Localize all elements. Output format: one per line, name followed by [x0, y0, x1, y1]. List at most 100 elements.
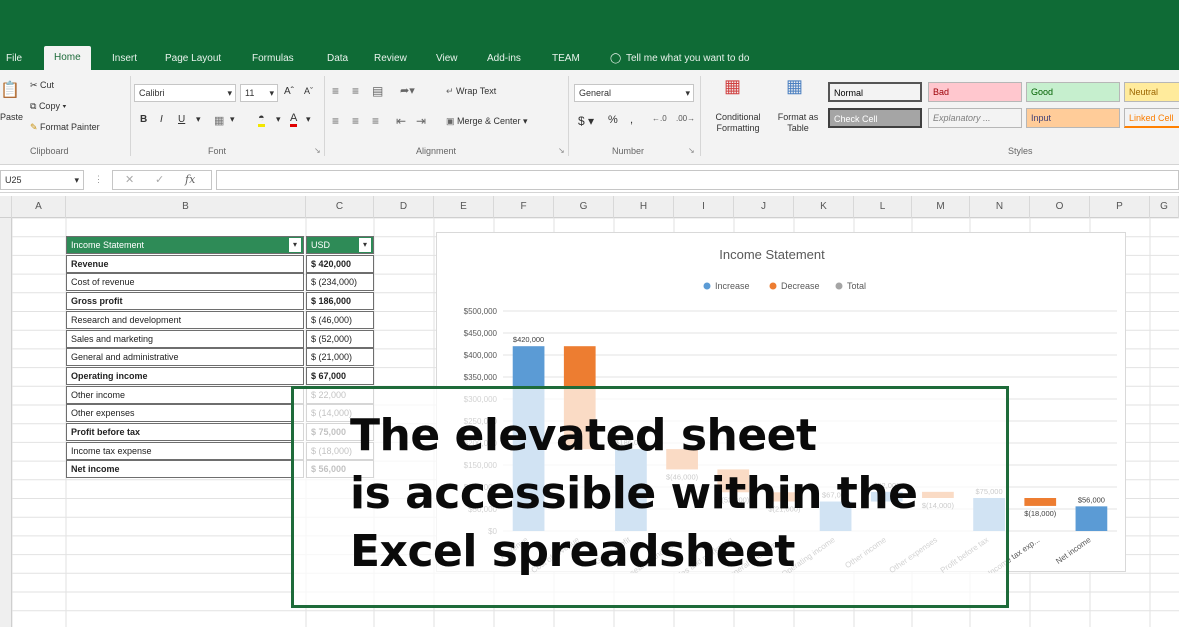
- chevron-down-icon[interactable]: ▾: [196, 114, 201, 125]
- chevron-down-icon[interactable]: ▾: [306, 114, 311, 125]
- dialog-launcher-icon[interactable]: ↘: [558, 146, 565, 155]
- name-box[interactable]: U25 ▾: [0, 170, 84, 190]
- column-header[interactable]: P: [1090, 196, 1150, 218]
- tab-team[interactable]: TEAM: [552, 50, 580, 70]
- tab-add-ins[interactable]: Add-ins: [487, 50, 521, 70]
- column-header[interactable]: I: [674, 196, 734, 218]
- select-all-corner[interactable]: [0, 196, 12, 218]
- merge-center-button[interactable]: ▣ Merge & Center ▾: [446, 116, 528, 127]
- style-linked-cell[interactable]: Linked Cell: [1124, 108, 1179, 128]
- column-header[interactable]: F: [494, 196, 554, 218]
- cut-button[interactable]: ✂ Cut: [30, 80, 54, 91]
- column-header[interactable]: J: [734, 196, 794, 218]
- shrink-font-icon[interactable]: Aˇ: [304, 86, 313, 96]
- row-value-cell[interactable]: $ 420,000: [306, 254, 374, 273]
- row-label-cell[interactable]: Revenue: [66, 254, 304, 273]
- tab-data[interactable]: Data: [327, 50, 348, 70]
- row-label-cell[interactable]: Operating income: [66, 366, 304, 385]
- column-header[interactable]: G: [1150, 196, 1179, 218]
- style-check-cell[interactable]: Check Cell: [828, 108, 922, 128]
- bold-button[interactable]: B: [140, 114, 147, 125]
- column-header[interactable]: A: [12, 196, 66, 218]
- font-name-select[interactable]: Calibri ▾: [134, 84, 236, 102]
- column-header[interactable]: G: [554, 196, 614, 218]
- column-header[interactable]: L: [854, 196, 912, 218]
- tell-me-search[interactable]: Tell me what you want to do: [626, 50, 749, 70]
- style-good[interactable]: Good: [1026, 82, 1120, 102]
- column-header[interactable]: B: [66, 196, 306, 218]
- currency-icon[interactable]: $ ▾: [578, 114, 594, 128]
- row-value-cell[interactable]: $ 186,000: [306, 292, 374, 311]
- row-label-cell[interactable]: Gross profit: [66, 292, 304, 311]
- tab-review[interactable]: Review: [374, 50, 407, 70]
- chevron-down-icon[interactable]: ▾: [230, 114, 235, 125]
- format-as-table-icon[interactable]: ▦: [786, 76, 803, 97]
- column-header[interactable]: H: [614, 196, 674, 218]
- row-label-cell[interactable]: Income tax expense: [66, 441, 304, 460]
- number-format-select[interactable]: General ▾: [574, 84, 694, 102]
- table-header-currency[interactable]: USD ▾: [306, 236, 374, 254]
- row-value-cell[interactable]: $ (234,000): [306, 273, 374, 292]
- decrease-indent-icon[interactable]: ⇤: [396, 114, 406, 128]
- comma-style-icon[interactable]: ,: [630, 114, 633, 126]
- dialog-launcher-icon[interactable]: ↘: [688, 146, 695, 155]
- font-color-icon[interactable]: A: [290, 112, 298, 127]
- row-label-cell[interactable]: Net income: [66, 460, 304, 479]
- increase-indent-icon[interactable]: ⇥: [416, 114, 426, 128]
- dialog-launcher-icon[interactable]: ↘: [314, 146, 321, 155]
- format-painter-button[interactable]: ✎ Format Painter: [30, 122, 100, 133]
- decrease-decimal-icon[interactable]: .00→: [676, 114, 695, 123]
- filter-dropdown-icon[interactable]: ▾: [289, 238, 301, 252]
- borders-icon[interactable]: ▦: [214, 114, 224, 127]
- tab-view[interactable]: View: [436, 50, 458, 70]
- style-neutral[interactable]: Neutral: [1124, 82, 1179, 102]
- align-center-icon[interactable]: ≡: [352, 114, 359, 128]
- row-value-cell[interactable]: $ 67,000: [306, 366, 374, 385]
- row-label-cell[interactable]: Profit before tax: [66, 423, 304, 441]
- align-middle-icon[interactable]: ≡: [352, 84, 359, 98]
- row-label-cell[interactable]: Other expenses: [66, 404, 304, 423]
- row-label-cell[interactable]: General and administrative: [66, 348, 304, 367]
- formula-input[interactable]: [216, 170, 1179, 190]
- tab-formulas[interactable]: Formulas: [252, 50, 294, 70]
- cancel-icon[interactable]: ✕: [125, 173, 134, 186]
- chevron-down-icon[interactable]: ▾: [276, 114, 281, 125]
- style-normal[interactable]: Normal: [828, 82, 922, 102]
- column-header[interactable]: N: [970, 196, 1030, 218]
- column-header[interactable]: C: [306, 196, 374, 218]
- font-size-select[interactable]: 11 ▾: [240, 84, 278, 102]
- column-header[interactable]: O: [1030, 196, 1090, 218]
- align-right-icon[interactable]: ≡: [372, 114, 379, 128]
- percent-icon[interactable]: %: [608, 114, 618, 126]
- table-header-label[interactable]: Income Statement ▾: [66, 236, 304, 254]
- filter-dropdown-icon[interactable]: ▾: [359, 238, 371, 252]
- orientation-icon[interactable]: ➦▾: [400, 84, 415, 97]
- style-explanatory[interactable]: Explanatory ...: [928, 108, 1022, 128]
- column-header[interactable]: K: [794, 196, 854, 218]
- style-input[interactable]: Input: [1026, 108, 1120, 128]
- row-label-cell[interactable]: Other income: [66, 385, 304, 404]
- tab-insert[interactable]: Insert: [112, 50, 137, 70]
- tab-file[interactable]: File: [6, 50, 22, 70]
- align-bottom-icon[interactable]: ▤: [372, 84, 383, 98]
- paste-icon[interactable]: 📋: [0, 80, 20, 100]
- style-bad[interactable]: Bad: [928, 82, 1022, 102]
- row-label-cell[interactable]: Cost of revenue: [66, 273, 304, 292]
- tab-page-layout[interactable]: Page Layout: [165, 50, 221, 70]
- column-header[interactable]: M: [912, 196, 970, 218]
- column-header[interactable]: E: [434, 196, 494, 218]
- conditional-formatting-button[interactable]: Conditional Formatting: [708, 112, 768, 134]
- tab-home[interactable]: Home: [44, 46, 91, 70]
- increase-decimal-icon[interactable]: ←.0: [652, 114, 667, 123]
- row-value-cell[interactable]: $ (21,000): [306, 348, 374, 367]
- format-as-table-button[interactable]: Format as Table: [772, 112, 824, 134]
- wrap-text-button[interactable]: ↵ Wrap Text: [446, 86, 496, 97]
- fill-color-icon[interactable]: ◓: [258, 112, 265, 127]
- grow-font-icon[interactable]: Aˆ: [284, 86, 294, 97]
- row-label-cell[interactable]: Sales and marketing: [66, 329, 304, 348]
- enter-icon[interactable]: ✓: [155, 173, 164, 186]
- align-top-icon[interactable]: ≡: [332, 84, 339, 98]
- italic-button[interactable]: I: [160, 114, 163, 125]
- paste-button[interactable]: Paste: [0, 112, 23, 122]
- underline-button[interactable]: U: [178, 114, 185, 125]
